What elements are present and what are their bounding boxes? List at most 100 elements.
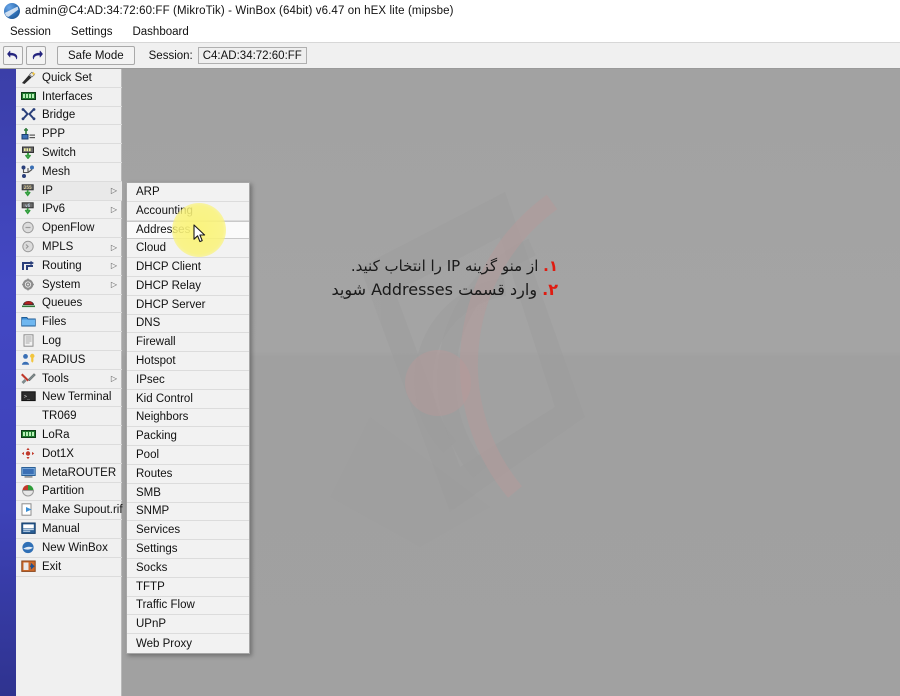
sidebar-item-system[interactable]: System ▷ [16,276,122,295]
sidebar-item-label: MetaROUTER [42,466,117,479]
ip-submenu-item-accounting[interactable]: Accounting [127,201,249,221]
sidebar-item-new-terminal[interactable]: >_ New Terminal [16,389,122,408]
background-watermark-logo [330,192,585,547]
instruction-line-1-number: ۱. [543,257,558,275]
svg-text:>_: >_ [24,394,31,400]
metarouter-icon [21,466,37,480]
ip-submenu-item-hotspot[interactable]: Hotspot [127,352,249,371]
sidebar-item-label: Switch [42,147,76,160]
watermark-dot [405,350,471,416]
blank-icon [21,409,37,423]
sidebar-item-label: PPP [42,128,66,141]
sidebar-item-label: MPLS [42,241,74,254]
redo-button[interactable] [26,46,46,65]
session-value-field[interactable]: C4:AD:34:72:60:FF [197,47,307,64]
submenu-arrow-icon: ▷ [110,280,118,290]
partition-icon [21,484,37,498]
sidebar-item-quick-set[interactable]: Quick Set [16,69,122,88]
ip-submenu-item-tftp[interactable]: TFTP [127,577,249,597]
sidebar-item-ipv6[interactable]: v6 IPv6 ▷ [16,201,122,220]
ip-submenu-item-dhcp-relay[interactable]: DHCP Relay [127,276,249,296]
sidebar-item-label: TR069 [42,410,77,423]
sidebar-item-bridge[interactable]: Bridge [16,107,122,126]
ip-submenu-item-ipsec[interactable]: IPsec [127,370,249,390]
menu-item-dashboard[interactable]: Dashboard [130,24,198,40]
sidebar-item-label: Manual [42,523,80,536]
sidebar-item-interfaces[interactable]: Interfaces [16,88,122,107]
sidebar-item-tr069[interactable]: TR069 [16,407,122,427]
terminal-icon: >_ [21,390,37,404]
mesh-icon [21,165,37,179]
ip-submenu-item-socks[interactable]: Socks [127,558,249,578]
sidebar-item-manual[interactable]: Manual [16,520,122,539]
ip-submenu-item-dhcp-client[interactable]: DHCP Client [127,258,249,277]
svg-text:v6: v6 [25,203,30,208]
title-bar: admin@C4:AD:34:72:60:FF (MikroTik) - Win… [0,0,900,22]
sidebar-item-exit[interactable]: Exit [16,558,122,577]
wand-icon [21,71,37,85]
sidebar-accent-rail [0,69,16,696]
ip-submenu-item-arp[interactable]: ARP [127,183,249,202]
dot1x-icon [21,447,37,461]
sidebar-item-openflow[interactable]: OpenFlow [16,219,122,239]
sidebar-item-files[interactable]: Files [16,313,122,333]
tools-icon [21,372,37,386]
sidebar-item-routing[interactable]: Routing ▷ [16,257,122,276]
ip-submenu-item-routes[interactable]: Routes [127,464,249,484]
ip-submenu-item-firewall[interactable]: Firewall [127,333,249,353]
sidebar-item-mpls[interactable]: MPLS ▷ [16,238,122,257]
sidebar-item-label: New WinBox [42,541,108,554]
sidebar-item-label: Exit [42,560,62,573]
safe-mode-button[interactable]: Safe Mode [57,46,135,65]
sidebar-item-label: IPv6 [42,203,66,216]
sidebar-item-ppp[interactable]: PPP [16,125,122,145]
sidebar-item-radius[interactable]: RADIUS [16,351,122,370]
winbox-window: admin@C4:AD:34:72:60:FF (MikroTik) - Win… [0,0,900,696]
sidebar-item-partition[interactable]: Partition [16,483,122,502]
sidebar-item-label: New Terminal [42,391,112,404]
sidebar-item-new-winbox[interactable]: New WinBox [16,539,122,558]
sidebar-item-dot1x[interactable]: Dot1X [16,445,122,464]
undo-button[interactable] [3,46,23,65]
instruction-line-1: ۱. از منو گزینه IP را انتخاب کنید. [258,255,558,278]
sidebar-item-tools[interactable]: Tools ▷ [16,370,122,389]
sidebar-item-mesh[interactable]: Mesh [16,163,122,182]
sidebar-item-ip[interactable]: 255 IP ▷ [16,181,122,201]
sidebar-item-label: RADIUS [42,353,86,366]
sidebar-item-label: Quick Set [42,71,92,84]
ipv6-icon: v6 [21,202,37,216]
sidebar-item-switch[interactable]: Switch [16,144,122,163]
sidebar-item-label: IP [42,184,53,197]
ip-submenu-item-dns[interactable]: DNS [127,314,249,334]
menu-item-settings[interactable]: Settings [69,24,123,40]
sidebar-item-label: System [42,278,81,291]
submenu-arrow-icon: ▷ [110,204,118,214]
ip-submenu-item-kid-control[interactable]: Kid Control [127,389,249,409]
sidebar-item-make-supout-rif[interactable]: Make Supout.rif [16,501,123,521]
ip-submenu-item-services[interactable]: Services [127,521,249,541]
switch-icon [21,146,37,160]
undo-arrow-icon [6,50,17,59]
ip-submenu-item-neighbors[interactable]: Neighbors [127,408,249,428]
menu-item-session[interactable]: Session [8,24,61,40]
supout-icon [21,503,37,517]
sidebar-item-queues[interactable]: Queues [16,295,122,314]
submenu-arrow-icon: ▷ [110,242,118,252]
sidebar-item-metarouter[interactable]: MetaROUTER [16,464,122,483]
ip-submenu-item-traffic-flow[interactable]: Traffic Flow [127,596,249,616]
ip-submenu-item-cloud[interactable]: Cloud [127,239,249,259]
ip-submenu-item-pool[interactable]: Pool [127,446,249,465]
ip-submenu-item-smb[interactable]: SMB [127,483,249,503]
sidebar-item-lora[interactable]: LoRa [16,426,122,445]
sidebar-item-log[interactable]: Log [16,332,122,351]
ip-submenu-item-addresses[interactable]: Addresses [127,220,249,240]
ip-submenu-item-upnp[interactable]: UPnP [127,615,249,635]
ip-submenu-item-snmp[interactable]: SNMP [127,502,249,522]
ip-submenu-item-packing[interactable]: Packing [127,427,249,447]
ip-submenu-item-dhcp-server[interactable]: DHCP Server [127,295,249,315]
nic-card-icon [21,90,37,104]
ip-submenu-item-web-proxy[interactable]: Web Proxy [127,634,249,653]
ip-submenu-item-settings[interactable]: Settings [127,540,249,559]
sidebar-item-label: Routing [42,259,82,272]
sidebar-item-label: Tools [42,372,69,385]
